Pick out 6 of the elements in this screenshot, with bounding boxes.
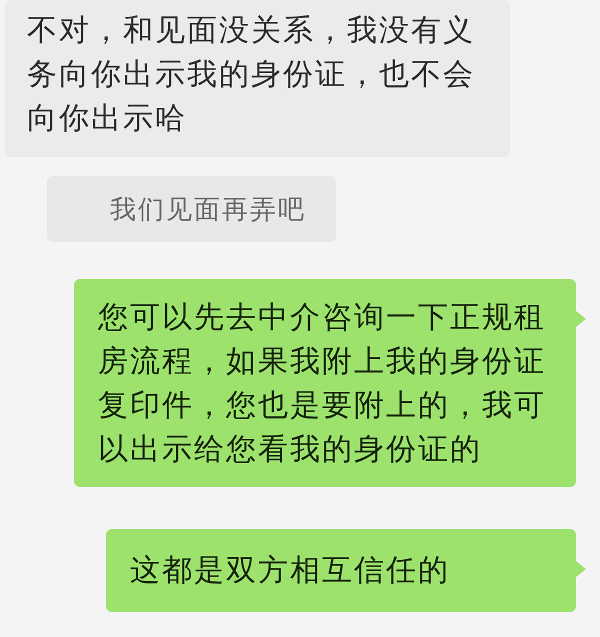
bubble-tail-icon <box>576 311 586 327</box>
message-bubble: 您可以先去中介咨询一下正规租房流程，如果我附上我的身份证复印件，您也是要附上的，我可以出示给您看我的身份证的 <box>74 279 576 487</box>
message-bubble: 我们见面再弄吧 <box>47 176 336 242</box>
message-bubble: 这都是双方相互信任的 <box>106 529 576 612</box>
bubble-tail-icon <box>576 561 586 577</box>
message-bubble: 不对，和见面没关系，我没有义务向你出示我的身份证，也不会向你出示哈 <box>5 0 510 157</box>
